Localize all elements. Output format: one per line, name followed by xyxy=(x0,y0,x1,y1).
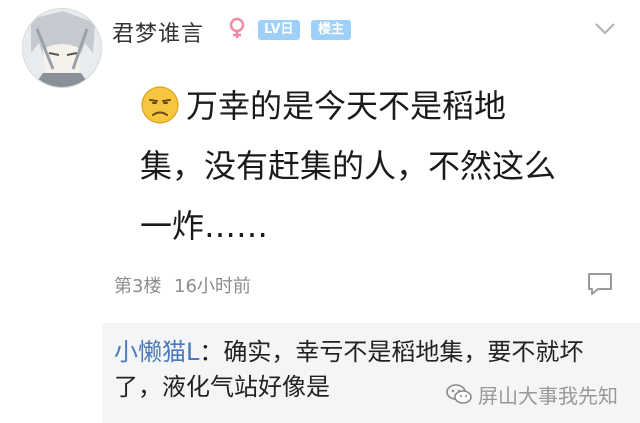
comment-icon[interactable] xyxy=(586,271,614,297)
watermark: 屏山大事我先知 xyxy=(446,378,618,410)
frowning-face-emoji xyxy=(141,86,179,124)
level-badge: LV日 xyxy=(258,20,300,40)
username[interactable]: 君梦谁言 xyxy=(112,16,204,48)
content-line-3: 一炸…… xyxy=(140,207,269,245)
chevron-down-icon[interactable] xyxy=(594,22,616,36)
op-badge: 楼主 xyxy=(311,20,352,40)
watermark-text: 屏山大事我先知 xyxy=(478,383,618,408)
reply-colon: ： xyxy=(199,338,224,366)
reply-line-1: 确实，幸亏不是稻地集，要不就坏 xyxy=(223,338,584,366)
post-content: 万幸的是今天不是稻地 集，没有赶集的人，不然这么 一炸…… xyxy=(140,76,610,256)
floor-number: 第3楼 xyxy=(114,276,162,297)
post-time: 16小时前 xyxy=(174,276,251,297)
female-icon xyxy=(229,17,245,38)
content-line-1: 万幸的是今天不是稻地 xyxy=(140,76,610,136)
reply-line-2: 了，液化气站好像是 xyxy=(114,373,330,401)
content-text-1: 万幸的是今天不是稻地 xyxy=(186,87,507,125)
comment-post: 君梦谁言 LV日 楼主 万幸的是今天不是稻地 集，没有赶集的人，不然这么 一炸…… xyxy=(0,0,640,423)
avatar[interactable] xyxy=(22,8,102,88)
reply-author[interactable]: 小懒猫L xyxy=(114,338,199,366)
wechat-logo-icon xyxy=(446,384,472,404)
content-line-2: 集，没有赶集的人，不然这么 xyxy=(140,147,557,185)
avatar-image xyxy=(23,9,101,87)
